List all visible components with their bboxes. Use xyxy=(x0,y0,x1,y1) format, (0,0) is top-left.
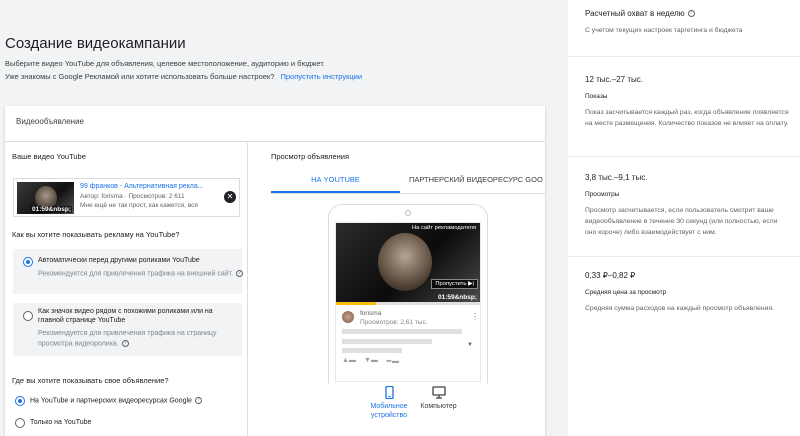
ad-preview-panel: Просмотр объявления НА YOUTUBE ПАРТНЕРСК… xyxy=(249,143,545,436)
desktop-label: Компьютер xyxy=(420,403,457,410)
skip-instructions-link[interactable]: Пропустить инструкции xyxy=(280,72,362,81)
phone-mockup: На сайт рекламодателя Пропустить ▶| 01:5… xyxy=(328,204,488,384)
option-discovery[interactable]: Как значок видео рядом с похожими ролика… xyxy=(13,303,242,356)
discovery-option-desc-2: просмотра видеоролика.? xyxy=(38,340,129,347)
phone-screen: На сайт рекламодателя Пропустить ▶| 01:5… xyxy=(335,222,481,382)
tab-divider xyxy=(271,193,545,194)
active-tab-indicator xyxy=(271,191,400,193)
views-desc: Просмотр засчитывается, если пользовател… xyxy=(585,207,778,236)
more-options-icon[interactable]: ⋮ xyxy=(471,312,479,321)
video-duration: 01:59&nbsp; xyxy=(30,206,72,213)
views-label: Просмотры xyxy=(585,191,620,198)
cpv-value: 0,33 ₽–0,82 ₽ xyxy=(585,271,636,280)
youtube-only-radio[interactable] xyxy=(15,418,25,428)
video-description: Мне ещё не так прост, как кажется, вся xyxy=(80,202,198,209)
cpv-desc: Средняя сумма расходов на каждый просмот… xyxy=(585,305,775,312)
impressions-value: 12 тыс.–27 тыс. xyxy=(585,75,643,84)
instream-option-title: Автоматически перед другими роликами You… xyxy=(38,257,200,264)
youtube-and-partners-radio[interactable] xyxy=(15,396,25,406)
channel-name: forisma xyxy=(360,310,382,317)
ad-video-preview: На сайт рекламодателя Пропустить ▶| 01:5… xyxy=(336,223,480,303)
video-ad-card: Видеообъявление Ваше видео YouTube 01:59… xyxy=(5,106,545,436)
youtube-and-partners-text: На YouTube и партнерских видеоресурсах G… xyxy=(30,397,192,405)
how-to-show-label: Как вы хотите показывать рекламу на YouT… xyxy=(12,230,180,239)
discovery-radio[interactable] xyxy=(23,311,33,321)
your-video-label: Ваше видео YouTube xyxy=(12,152,86,161)
ad-settings-panel: Ваше видео YouTube 01:59&nbsp; 99 франко… xyxy=(5,143,248,436)
share-icon: ➦▬ xyxy=(386,358,399,365)
help-icon[interactable]: ? xyxy=(236,270,244,277)
placeholder-bar xyxy=(342,339,432,344)
video-thumbnail: 01:59&nbsp; xyxy=(17,182,74,214)
reach-title: Расчетный охват в неделю? xyxy=(585,9,695,18)
card-header-title: Видеообъявление xyxy=(16,117,84,126)
instream-radio[interactable] xyxy=(23,257,33,267)
help-icon[interactable]: ? xyxy=(121,340,129,347)
divider xyxy=(568,256,800,257)
device-desktop[interactable]: Компьютер xyxy=(411,386,466,411)
like-icon: ▲▬ xyxy=(342,357,356,364)
reach-title-text: Расчетный охват в неделю xyxy=(585,9,685,18)
youtube-only-label[interactable]: Только на YouTube xyxy=(30,419,91,426)
desktop-icon xyxy=(431,386,446,399)
views-value: 3,8 тыс.–9,1 тыс. xyxy=(585,173,648,182)
mobile-label: Мобильное xyxy=(370,403,408,410)
instream-desc-text: Рекомендуется для привлечения трафика на… xyxy=(38,270,234,278)
smartphone-icon xyxy=(384,386,394,399)
instream-option-desc: Рекомендуется для привлечения трафика на… xyxy=(38,270,244,278)
divider xyxy=(568,56,800,57)
help-icon[interactable]: ? xyxy=(194,397,202,404)
advertiser-site-link[interactable]: На сайт рекламодателя xyxy=(412,225,476,231)
reach-sidebar: Расчетный охват в неделю? С учетом текущ… xyxy=(568,0,800,436)
reach-subtitle: С учетом текущих настроек таргетинга и б… xyxy=(585,27,743,34)
selected-video[interactable]: 01:59&nbsp; 99 франков - Альтернативная … xyxy=(13,178,240,217)
where-to-show-label: Где вы хотите показывать свое объявление… xyxy=(12,376,169,385)
page-subtitle-2: Уже знакомы с Google Рекламой или хотите… xyxy=(5,72,362,81)
view-count: Просмотров: 2,61 тыс. xyxy=(360,319,428,326)
page-title: Создание видеокампании xyxy=(5,35,186,52)
preview-duration: 01:59&nbsp; xyxy=(437,294,477,301)
cpv-label: Средняя цена за просмотр xyxy=(585,289,667,296)
skip-ad-button[interactable]: Пропустить ▶| xyxy=(431,279,478,289)
help-icon[interactable]: ? xyxy=(687,10,695,18)
youtube-and-partners-label[interactable]: На YouTube и партнерских видеоресурсах G… xyxy=(30,397,202,404)
page-subtitle: Выберите видео YouTube для объявления, ц… xyxy=(5,59,325,68)
video-author-views: Автор: forisma · Просмотров: 2 611 xyxy=(80,193,185,200)
tab-youtube[interactable]: НА YOUTUBE xyxy=(271,175,400,184)
phone-camera xyxy=(405,210,411,216)
placeholder-bar xyxy=(342,329,462,334)
card-header: Видеообъявление xyxy=(5,106,545,142)
option-instream[interactable]: Автоматически перед другими роликами You… xyxy=(13,249,244,294)
discovery-option-title: Как значок видео рядом с похожими ролика… xyxy=(38,308,213,315)
channel-avatar xyxy=(342,311,354,323)
video-progress-fill xyxy=(336,302,377,305)
placeholder-bar xyxy=(342,348,402,353)
impressions-label: Показы xyxy=(585,93,608,100)
device-mobile[interactable]: Мобильное устройство xyxy=(363,386,415,420)
mobile-label-2: устройство xyxy=(370,412,408,419)
dislike-icon: ▼▬ xyxy=(364,357,378,364)
remove-video-icon[interactable]: ✕ xyxy=(224,191,236,203)
preview-label: Просмотр объявления xyxy=(271,152,350,161)
video-progress-bar xyxy=(336,302,480,305)
tab-partner-video[interactable]: ПАРТНЕРСКИЙ ВИДЕОРЕСУРС GOO xyxy=(409,175,545,184)
discovery-desc-text-2: просмотра видеоролика. xyxy=(38,340,119,348)
subtitle-2-text: Уже знакомы с Google Рекламой или хотите… xyxy=(5,72,275,81)
main-content: Создание видеокампании Выберите видео Yo… xyxy=(0,0,562,436)
video-title[interactable]: 99 франков - Альтернативная рекла... xyxy=(80,183,204,190)
discovery-option-desc: Рекомендуется для привлечения трафика на… xyxy=(38,330,217,337)
divider xyxy=(568,156,800,157)
expand-icon[interactable]: ▼ xyxy=(467,342,473,348)
impressions-desc: Показ засчитывается каждый раз, когда об… xyxy=(585,109,789,127)
discovery-option-title-2: главной странице YouTube xyxy=(38,317,126,324)
